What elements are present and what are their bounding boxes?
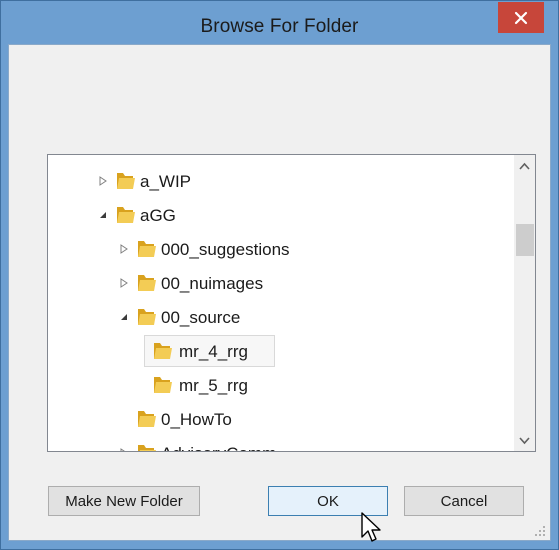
folder-icon (135, 306, 157, 328)
expand-arrow-icon[interactable] (118, 276, 130, 290)
tree-item-label: 00_nuimages (161, 274, 264, 293)
tree-item-000-suggestions[interactable]: 000_suggestions (48, 232, 516, 266)
mouse-pointer-icon (360, 512, 382, 549)
tree-item-00-nuimages[interactable]: 00_nuimages (48, 266, 516, 300)
tree-item-label: 00_source (161, 308, 241, 327)
tree-item-advisorycomm[interactable]: AdvisoryComm (48, 436, 516, 451)
tree-item-agg[interactable]: aGG (48, 198, 516, 232)
vertical-scrollbar[interactable] (514, 155, 535, 451)
folder-icon (135, 272, 157, 294)
browse-for-folder-dialog: Browse For Folder a_WIP aGG 000_suggesti… (0, 0, 559, 550)
tree-item-label: 0_HowTo (161, 410, 232, 429)
expand-arrow-icon[interactable] (118, 446, 130, 451)
tree-item-label: mr_5_rrg (179, 376, 248, 395)
cancel-button[interactable]: Cancel (404, 486, 524, 516)
folder-icon (135, 442, 157, 451)
tree-item-label: 000_suggestions (161, 240, 290, 259)
folder-icon (135, 238, 157, 260)
close-icon (514, 11, 528, 25)
dialog-body: a_WIP aGG 000_suggestions 00_nuimages 00… (8, 44, 551, 541)
scroll-down-button[interactable] (514, 430, 535, 451)
collapse-arrow-icon[interactable] (118, 310, 130, 324)
window-title: Browse For Folder (200, 16, 359, 37)
expand-arrow-icon[interactable] (97, 174, 109, 188)
close-button[interactable] (498, 2, 544, 33)
folder-icon (135, 408, 157, 430)
tree-item-label: a_WIP (140, 172, 192, 191)
tree-item-label: aGG (140, 206, 176, 225)
folder-icon (114, 204, 136, 226)
tree-item-a-wip[interactable]: a_WIP (48, 164, 516, 198)
tree-item-label: AdvisoryComm (158, 443, 279, 451)
tree-item-mr-5-rrg[interactable]: mr_5_rrg (48, 368, 516, 402)
chevron-down-icon (519, 432, 530, 450)
collapse-arrow-icon[interactable] (97, 208, 109, 222)
make-new-folder-button[interactable]: Make New Folder (48, 486, 200, 516)
tree-item-label: mr_4_rrg (179, 342, 248, 361)
chevron-up-icon (519, 157, 530, 175)
resize-grip-icon[interactable] (534, 524, 546, 536)
folder-icon (151, 340, 173, 362)
scrollbar-thumb[interactable] (516, 224, 534, 256)
scroll-up-button[interactable] (514, 155, 535, 176)
folder-icon (114, 170, 136, 192)
folder-icon (151, 374, 173, 396)
expand-arrow-icon[interactable] (118, 242, 130, 256)
tree-item-mr-4-rrg[interactable]: mr_4_rrg (48, 334, 516, 368)
tree-item-00-source[interactable]: 00_source (48, 300, 516, 334)
folder-tree[interactable]: a_WIP aGG 000_suggestions 00_nuimages 00… (47, 154, 536, 452)
tree-item-0-howto[interactable]: 0_HowTo (48, 402, 516, 436)
